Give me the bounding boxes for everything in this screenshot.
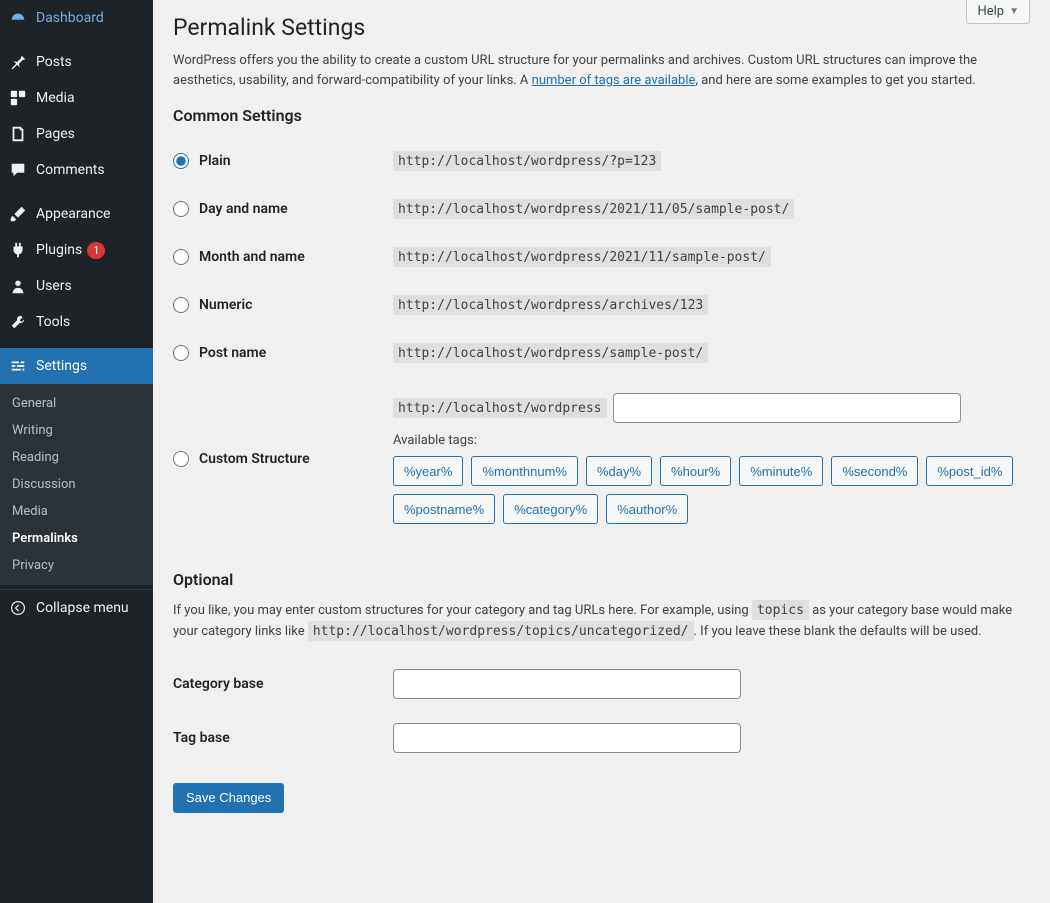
- custom-structure-input[interactable]: [613, 393, 961, 423]
- submenu-item-reading[interactable]: Reading: [0, 444, 153, 471]
- collapse-menu[interactable]: Collapse menu: [0, 589, 153, 626]
- submenu-item-general[interactable]: General: [0, 390, 153, 417]
- permalink-example: http://localhost/wordpress/2021/11/05/sa…: [393, 199, 794, 219]
- sidebar-item-label: Settings: [36, 358, 87, 374]
- permalink-options: Plainhttp://localhost/wordpress/?p=123Da…: [173, 137, 1030, 377]
- chevron-down-icon: ▼: [1009, 6, 1019, 17]
- tag-button[interactable]: %monthnum%: [471, 456, 578, 486]
- permalink-example: http://localhost/wordpress/?p=123: [393, 151, 661, 171]
- radio-plain[interactable]: [173, 153, 189, 169]
- sidebar-item-label: Tools: [36, 314, 70, 330]
- permalink-option-row: Numerichttp://localhost/wordpress/archiv…: [173, 281, 1030, 329]
- tag-button[interactable]: %second%: [831, 456, 918, 486]
- sidebar-item-users[interactable]: Users: [0, 268, 153, 304]
- submenu-item-discussion[interactable]: Discussion: [0, 471, 153, 498]
- dashboard-icon: [8, 8, 28, 28]
- tags-link[interactable]: number of tags are available: [532, 73, 696, 88]
- collapse-label: Collapse menu: [36, 600, 129, 616]
- tag-button[interactable]: %hour%: [660, 456, 731, 486]
- sidebar-item-label: Pages: [36, 126, 75, 142]
- permalink-option-row: Day and namehttp://localhost/wordpress/2…: [173, 185, 1030, 233]
- sidebar-item-settings[interactable]: Settings: [0, 348, 153, 384]
- permalink-example: http://localhost/wordpress/archives/123: [393, 295, 708, 315]
- custom-structure-row: Custom Structure http://localhost/wordpr…: [173, 377, 1030, 540]
- sidebar-item-tools[interactable]: Tools: [0, 304, 153, 340]
- main-content: Help ▼ Permalink Settings WordPress offe…: [153, 0, 1050, 903]
- plugin-badge: 1: [87, 242, 105, 259]
- permalink-example: http://localhost/wordpress/sample-post/: [393, 343, 708, 363]
- comment-icon: [8, 160, 28, 180]
- pages-icon: [8, 124, 28, 144]
- submenu-item-permalinks[interactable]: Permalinks: [0, 525, 153, 552]
- media-icon: [8, 88, 28, 108]
- brush-icon: [8, 204, 28, 224]
- radio-numeric[interactable]: [173, 297, 189, 313]
- radio-custom[interactable]: [173, 451, 189, 467]
- common-settings-heading: Common Settings: [173, 106, 1030, 125]
- category-base-input[interactable]: [393, 669, 741, 699]
- sidebar-item-plugins[interactable]: Plugins 1: [0, 232, 153, 268]
- submenu-item-writing[interactable]: Writing: [0, 417, 153, 444]
- tag-button[interactable]: %year%: [393, 456, 463, 486]
- tag-base-input[interactable]: [393, 723, 741, 753]
- tag-button[interactable]: %category%: [503, 494, 598, 524]
- submenu-item-privacy[interactable]: Privacy: [0, 552, 153, 579]
- settings-submenu: GeneralWritingReadingDiscussionMediaPerm…: [0, 384, 153, 585]
- radio-month-and-name[interactable]: [173, 249, 189, 265]
- sidebar-item-dashboard[interactable]: Dashboard: [0, 0, 153, 36]
- optional-text: If you like, you may enter custom struct…: [173, 601, 1030, 643]
- sidebar-item-media[interactable]: Media: [0, 80, 153, 116]
- radio-day-and-name[interactable]: [173, 201, 189, 217]
- admin-sidebar: Dashboard Posts Media Pages Comments Appearan…: [0, 0, 153, 903]
- wrench-icon: [8, 312, 28, 332]
- permalink-option-row: Month and namehttp://localhost/wordpress…: [173, 233, 1030, 281]
- sidebar-item-label: Appearance: [36, 206, 110, 222]
- sidebar-item-appearance[interactable]: Appearance: [0, 196, 153, 232]
- sidebar-item-label: Comments: [36, 162, 105, 178]
- tag-button[interactable]: %author%: [606, 494, 688, 524]
- pin-icon: [8, 52, 28, 72]
- tag-button[interactable]: %minute%: [739, 456, 823, 486]
- custom-prefix: http://localhost/wordpress: [393, 398, 607, 418]
- tag-button[interactable]: %post_id%: [926, 456, 1013, 486]
- permalink-example: http://localhost/wordpress/2021/11/sampl…: [393, 247, 771, 267]
- plug-icon: [8, 240, 28, 260]
- sidebar-item-comments[interactable]: Comments: [0, 152, 153, 188]
- page-title: Permalink Settings: [173, 14, 1030, 41]
- tag-base-row: Tag base: [173, 711, 1030, 765]
- tag-buttons: %year% %monthnum% %day% %hour% %minute% %seco…: [393, 456, 1030, 524]
- sidebar-item-posts[interactable]: Posts: [0, 44, 153, 80]
- permalink-option-row: Plainhttp://localhost/wordpress/?p=123: [173, 137, 1030, 185]
- radio-post-name[interactable]: [173, 345, 189, 361]
- sliders-icon: [8, 356, 28, 376]
- help-tab[interactable]: Help ▼: [966, 0, 1030, 24]
- save-button[interactable]: Save Changes: [173, 783, 284, 813]
- user-icon: [8, 276, 28, 296]
- submenu-item-media[interactable]: Media: [0, 498, 153, 525]
- collapse-icon: [8, 598, 28, 618]
- sidebar-item-label: Dashboard: [36, 10, 104, 26]
- sidebar-item-label: Media: [36, 90, 75, 106]
- sidebar-item-pages[interactable]: Pages: [0, 116, 153, 152]
- permalink-option-row: Post namehttp://localhost/wordpress/samp…: [173, 329, 1030, 377]
- sidebar-item-label: Plugins: [36, 242, 82, 258]
- intro-text: WordPress offers you the ability to crea…: [173, 51, 1030, 90]
- tag-button[interactable]: %day%: [586, 456, 652, 486]
- sidebar-item-label: Posts: [36, 54, 72, 70]
- available-tags-label: Available tags:: [393, 433, 1030, 448]
- sidebar-item-label: Users: [36, 278, 72, 294]
- optional-heading: Optional: [173, 570, 1030, 589]
- tag-button[interactable]: %postname%: [393, 494, 495, 524]
- category-base-row: Category base: [173, 657, 1030, 711]
